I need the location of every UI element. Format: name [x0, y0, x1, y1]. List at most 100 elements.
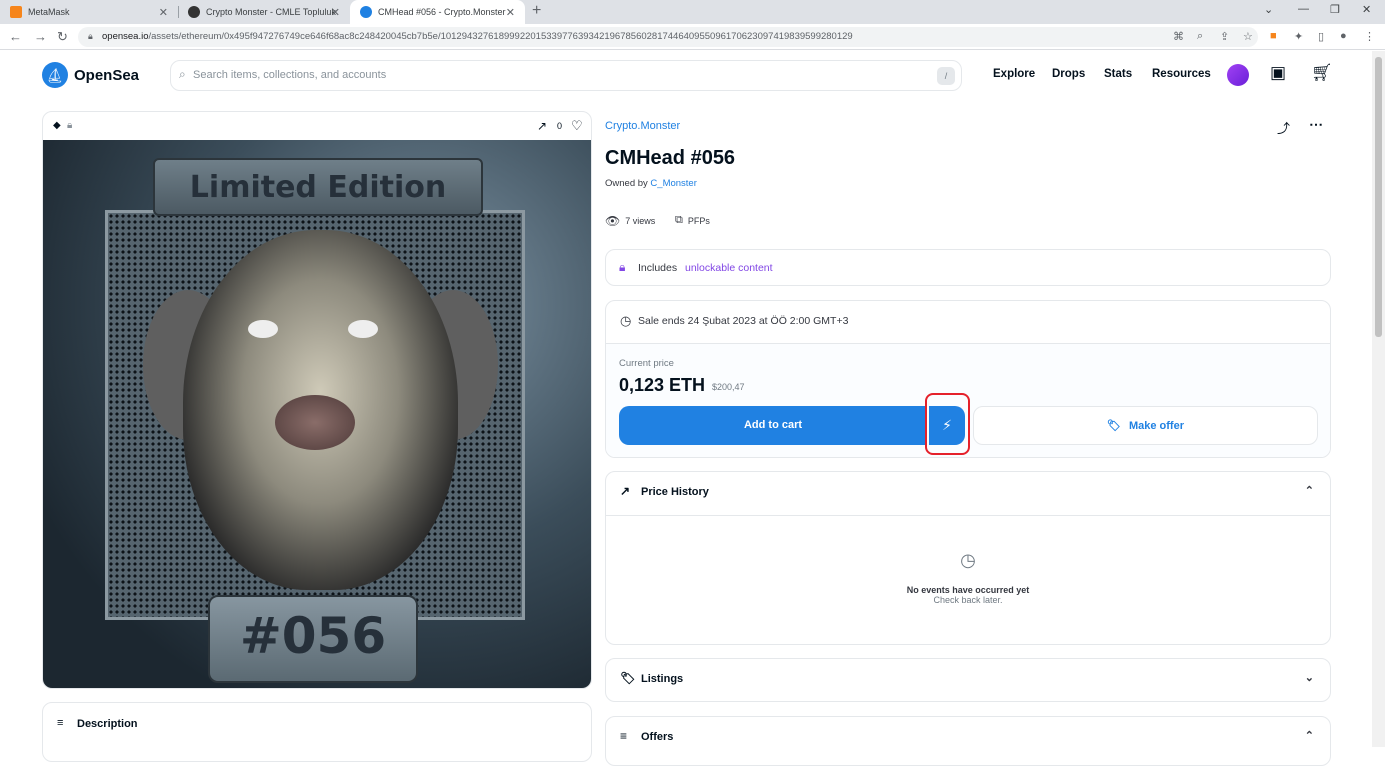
offers-title: Offers — [641, 731, 674, 743]
open-external-icon[interactable]: ↗ — [537, 119, 547, 133]
owner-link[interactable]: C_Monster — [650, 178, 696, 189]
right-eye — [348, 320, 378, 338]
more-options-icon[interactable]: ⋯ — [1309, 116, 1323, 133]
tab-cmhead[interactable]: CMHead #056 - Crypto.Monster ✕ — [350, 0, 525, 24]
cart-icon[interactable]: 🛒︎ — [1311, 63, 1333, 83]
plate-bottom-text: #056 — [239, 607, 387, 665]
listings-panel[interactable]: 🏷︎ Listings ⌄ — [605, 658, 1331, 702]
side-panel-icon[interactable]: ▯ — [1318, 30, 1324, 43]
unlock-prefix: Includes — [638, 262, 678, 274]
unlockable-lock-icon: 🔒︎ — [67, 120, 73, 131]
sale-end-row: ◷ Sale ends 24 Şubat 2023 at ÖÖ 2:00 GMT… — [606, 301, 1330, 344]
tab-title: CMHead #056 - Crypto.Monster — [378, 7, 506, 17]
views-count: 7 views — [625, 216, 656, 226]
category-shapes-icon: ⧉ — [675, 214, 683, 226]
offers-panel[interactable]: ≡ Offers ⌃ — [605, 716, 1331, 766]
highlight-box — [925, 393, 970, 455]
add-to-cart-button[interactable]: Add to cart — [619, 406, 927, 445]
media-toolbar: ◆ 🔒︎ ↗ 0 ♡ — [43, 112, 591, 140]
left-eye — [248, 320, 278, 338]
bookmark-star-icon[interactable]: ☆ — [1243, 30, 1253, 43]
nav-stats[interactable]: Stats — [1104, 68, 1132, 80]
unlockable-content-card: 🔒︎ Includes unlockable content — [605, 249, 1331, 286]
nav-drops[interactable]: Drops — [1052, 68, 1085, 80]
close-tab-icon[interactable]: ✕ — [331, 6, 340, 19]
minimize-icon[interactable]: — — [1298, 3, 1309, 15]
empty-subtitle: Check back later. — [933, 595, 1003, 605]
menu-kebab-icon[interactable]: ⋮ — [1364, 30, 1375, 43]
price-eth: 0,123 ETH — [619, 375, 706, 395]
ethereum-icon: ◆ — [53, 120, 61, 131]
url-field[interactable]: 🔒︎ opensea.io/assets/ethereum/0x495f9472… — [78, 27, 1258, 47]
new-tab-icon[interactable]: + — [532, 2, 541, 20]
nav-explore[interactable]: Explore — [993, 68, 1035, 80]
opensea-favicon-icon — [360, 6, 372, 18]
wallet-icon[interactable]: ▣ — [1270, 63, 1286, 83]
share-icon[interactable]: ⤴ — [1277, 118, 1290, 137]
translate-icon[interactable]: ⌘ — [1173, 30, 1184, 43]
monster-favicon-icon — [188, 6, 200, 18]
opensea-logo[interactable]: ⛵︎ OpenSea — [42, 62, 139, 88]
forward-icon[interactable]: → — [34, 29, 47, 44]
zoom-icon[interactable]: ⌕ — [1197, 30, 1203, 43]
eye-icon: 👁︎ — [605, 214, 621, 228]
page-scrollbar[interactable] — [1372, 51, 1385, 747]
chevron-down-icon[interactable]: ⌄ — [1305, 671, 1314, 684]
clock-icon: ◷ — [620, 313, 632, 328]
profile-avatar[interactable] — [1227, 64, 1249, 86]
listings-header[interactable]: 🏷︎ Listings ⌄ — [606, 659, 1330, 685]
favorites-count: 0 — [557, 121, 563, 131]
category-label: PFPs — [687, 215, 710, 226]
close-window-icon[interactable]: ✕ — [1362, 3, 1371, 16]
description-title: Description — [77, 718, 138, 730]
extensions-puzzle-icon[interactable]: ✦ — [1294, 30, 1303, 43]
description-header[interactable]: ≡ Description — [43, 703, 591, 730]
offers-list-icon: ≡ — [620, 729, 628, 743]
tag-icon: 🏷︎ — [1107, 420, 1121, 432]
tab-metamask[interactable]: MetaMask ✕ — [0, 0, 178, 24]
nft-image[interactable]: Limited Edition #056 — [43, 140, 591, 688]
tab-search-chevron-icon[interactable]: ⌄ — [1264, 3, 1273, 16]
limited-edition-plate: Limited Edition — [153, 158, 483, 216]
nav-resources[interactable]: Resources — [1152, 68, 1211, 80]
monster-snout — [275, 395, 355, 450]
current-price-label: Current price — [619, 358, 674, 369]
views-stat: 👁︎ 7 views — [605, 214, 655, 228]
listings-tag-icon: 🏷︎ — [620, 671, 636, 685]
metamask-fox-icon — [10, 6, 22, 18]
empty-title: No events have occurred yet — [906, 585, 1030, 595]
make-offer-button[interactable]: 🏷︎ Make offer — [973, 406, 1318, 445]
restore-icon[interactable]: ❐ — [1330, 3, 1340, 16]
description-card[interactable]: ≡ Description — [42, 702, 592, 762]
reload-icon[interactable]: ↻ — [57, 29, 68, 45]
price-history-header[interactable]: ↗ Price History ⌃ — [606, 472, 1330, 516]
unlockable-content-link[interactable]: unlockable content — [685, 262, 773, 274]
purple-lock-icon: 🔒︎ — [619, 260, 626, 274]
price-history-panel: ↗ Price History ⌃ ◷ No events have occur… — [605, 471, 1331, 645]
collection-link[interactable]: Crypto.Monster — [605, 120, 680, 132]
close-tab-icon[interactable]: ✕ — [506, 6, 515, 19]
tab-title: Crypto Monster - CMLE Topluluk — [206, 7, 336, 17]
share-icon[interactable]: ⇪ — [1220, 30, 1229, 43]
back-icon[interactable]: ← — [9, 29, 22, 44]
profile-icon[interactable]: ● — [1340, 30, 1347, 42]
opensea-logo-icon: ⛵︎ — [42, 62, 68, 88]
scrollbar-thumb[interactable] — [1375, 57, 1382, 337]
chevron-up-icon[interactable]: ⌃ — [1305, 484, 1314, 497]
brand-name: OpenSea — [74, 66, 140, 84]
tab-crypto-monster[interactable]: Crypto Monster - CMLE Topluluk ✕ — [178, 0, 350, 24]
category-stat[interactable]: ⧉ PFPs — [675, 214, 710, 227]
sale-end-text: Sale ends 24 Şubat 2023 at ÖÖ 2:00 GMT+3 — [638, 315, 849, 327]
tab-title: MetaMask — [28, 7, 70, 17]
offers-header[interactable]: ≡ Offers ⌃ — [606, 717, 1330, 743]
search-input[interactable]: ⌕ Search items, collections, and account… — [170, 60, 962, 91]
close-tab-icon[interactable]: ✕ — [159, 6, 168, 19]
owned-by: Owned by C_Monster — [605, 178, 697, 189]
chevron-up-icon[interactable]: ⌃ — [1305, 729, 1314, 742]
owned-prefix: Owned by — [605, 178, 648, 189]
metamask-extension-icon[interactable]: ■ — [1270, 30, 1277, 42]
price-usd: $200,47 — [712, 382, 745, 392]
url-path: /assets/ethereum/0x495f947276749ce646f68… — [148, 31, 853, 42]
heart-icon[interactable]: ♡ — [571, 118, 583, 134]
lock-icon: 🔒︎ — [88, 31, 93, 41]
